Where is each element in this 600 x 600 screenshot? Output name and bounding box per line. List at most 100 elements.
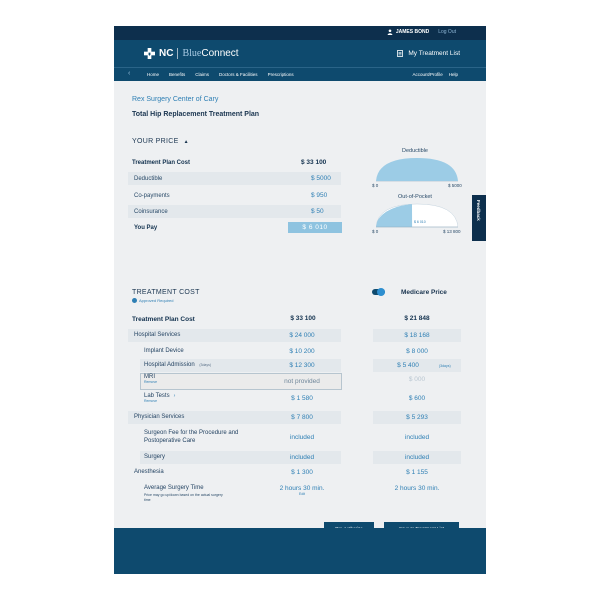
medicare-value: $ 18 168 [404,332,430,339]
nav-benefits[interactable]: Benefits [169,72,185,77]
list-document-icon [397,50,404,57]
my-list-label: My Treatment List [408,50,460,57]
app-header: NC Blue Connect My Treatment List [114,40,486,67]
remove-link[interactable]: Remove [144,399,175,403]
approved-required-note: Approved Required [132,298,173,303]
out-of-pocket-chart-title: Out-of-Pocket [398,194,432,200]
line-item-label: Implant Device [144,348,184,354]
line-item-value: $ 1 300 [291,469,313,476]
feedback-label: Feedback [476,200,481,221]
footer [114,528,486,574]
price-row-value: $ 50 [311,208,324,215]
nav-help[interactable]: Help [449,72,458,77]
nav-home[interactable]: Home [147,72,159,77]
user-icon [387,29,393,35]
you-pay-value: $ 6 010 [288,222,342,233]
app-frame: JAMES BOND Log Out NC Blue Connect My Tr… [114,26,486,574]
main-nav: ‹ Home Benefits Claims Doctors & Facilit… [114,67,486,81]
treatment-cost-value: $ 33 100 [290,315,316,322]
treatment-cost-heading: TREATMENT COST [132,289,200,296]
price-cost-label: Treatment Plan Cost [132,159,191,166]
medicare-value: $ 600 [408,395,426,402]
medicare-value: 2 hours 30 min. [394,485,440,492]
deductible-max: $ 5000 [448,183,462,188]
deductible-min: $ 0 [372,183,379,188]
days-tag: (3days) [199,363,212,367]
line-item-value: included [289,434,315,441]
logo-blue: Blue [182,48,202,59]
deductible-chart-title: Deductible [402,148,428,154]
line-item-value: included [289,454,315,461]
medicare-price-label: Medicare Price [401,289,447,296]
medicare-value: $ 5 293 [406,414,428,421]
line-item-value: not provided [284,378,320,385]
user-menu[interactable]: JAMES BOND Log Out [387,29,456,35]
price-row: Co-payments $ 950 [128,189,341,202]
medicare-value: included [404,434,430,441]
price-row-value: $ 5000 [311,175,331,182]
price-cost-value: $ 33 100 [301,159,327,166]
treatment-cost-label: Treatment Plan Cost [132,316,195,323]
medicare-cost-value: $ 21 848 [404,315,430,322]
my-treatment-list-link[interactable]: My Treatment List [397,50,460,57]
logo-nc: NC [159,48,174,59]
nav-account-profile[interactable]: Account/Profile [412,72,442,77]
nav-prescriptions[interactable]: Prescriptions [268,72,294,77]
price-cost-row: Treatment Plan Cost $ 33 100 [128,156,341,169]
hospital-admission-label: Hospital Admission [144,362,195,368]
back-chevron-icon[interactable]: ‹ [128,70,130,77]
remove-link[interactable]: Remove [144,380,157,384]
line-item-value: $ 1 580 [291,395,313,402]
nav-doctors-facilities[interactable]: Doctors & Facilities [219,72,258,77]
line-item-value: $ 7 800 [291,414,313,421]
medicare-days-tag: (3days) [439,364,451,368]
deductible-chart [376,158,458,182]
medicare-value: included [404,454,430,461]
surgery-time-note: Price may go up/down based on the actual… [144,493,223,502]
price-row: Deductible $ 5000 [128,172,341,185]
edit-link[interactable]: Edit [267,492,337,496]
logout-link[interactable]: Log Out [438,29,456,35]
medicare-price-toggle[interactable] [372,288,385,296]
line-item-label: Hospital Services [134,332,181,338]
price-row-value: $ 950 [311,192,328,199]
line-item-value: $ 10 200 [289,348,315,355]
price-row-label: Coinsurance [134,208,168,215]
deductible-fill [376,158,458,181]
account-bar: JAMES BOND Log Out [114,26,486,40]
nav-claims[interactable]: Claims [195,72,209,77]
line-item-label: Hospital Admission (3days) [144,362,211,368]
line-item-value: 2 hours 30 min. Edit [267,485,337,496]
out-of-pocket-max: $ 13 800 [443,229,461,234]
line-item-label: MRI Remove [144,374,157,384]
you-pay-label: You Pay [134,224,158,231]
price-row: Coinsurance $ 50 [128,205,341,218]
your-price-heading[interactable]: YOUR PRICE ▲ [132,138,189,145]
line-item-value: $ 24 000 [289,332,315,339]
your-price-label: YOUR PRICE [132,138,179,145]
avg-surgery-time-label: Average Surgery Time [144,485,204,491]
approval-dot-icon [132,298,137,303]
out-of-pocket-chart [376,203,458,228]
feedback-tab[interactable]: Feedback [472,195,486,241]
plan-title: Total Hip Replacement Treatment Plan [132,111,260,118]
line-item-label: Anesthesia [134,469,164,475]
line-item-label: Surgeon Fee for the Procedure and Postop… [144,430,239,444]
line-item-label: Average Surgery Time Price may go up/dow… [144,485,224,502]
out-of-pocket-min: $ 0 [372,229,379,234]
medicare-value: $ 1 155 [406,469,428,476]
chevron-right-icon[interactable]: › [174,393,176,399]
surgery-time-value: 2 hours 30 min. [279,485,325,492]
provider-name[interactable]: Rex Surgery Center of Cary [132,96,218,103]
caret-up-icon: ▲ [183,139,189,145]
line-item-label: Surgery [144,454,166,460]
you-pay-row: You Pay [128,221,288,234]
logo-connect: Connect [201,48,239,59]
medicare-value: $ 8 000 [406,348,428,355]
medicare-value: $ 000 [408,376,426,383]
line-item-label: Physician Services [134,414,185,420]
logo-divider [177,48,179,59]
logo[interactable]: NC Blue Connect [144,48,239,59]
price-row-label: Deductible [134,175,163,182]
user-name: JAMES BOND [395,29,430,35]
